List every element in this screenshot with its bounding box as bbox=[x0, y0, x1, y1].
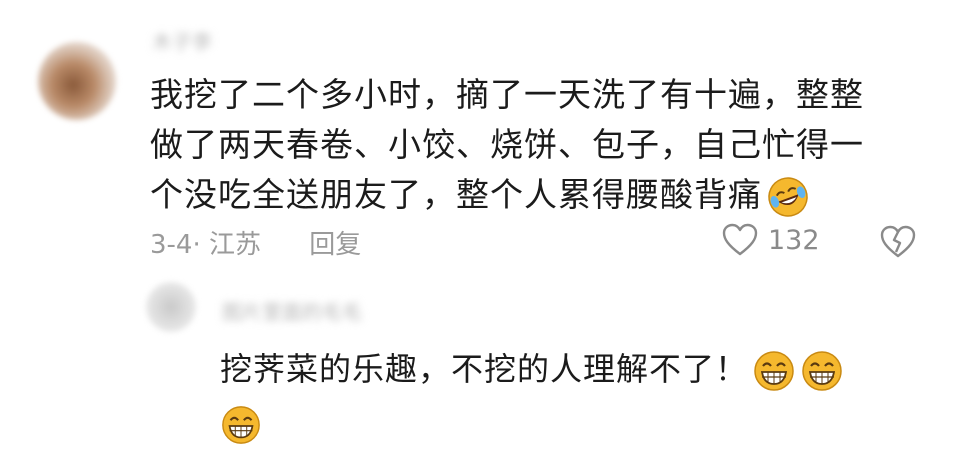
reply-avatar[interactable] bbox=[146, 282, 196, 332]
comment-line: 我挖了二个多小时，摘了一天洗了有十遍，整整 bbox=[150, 75, 864, 114]
heart-icon bbox=[722, 223, 758, 256]
comment-body: 我挖了二个多小时，摘了一天洗了有十遍，整整 做了两天春卷、小饺、烧饼、包子，自己… bbox=[150, 70, 920, 220]
like-count: 132 bbox=[768, 224, 820, 256]
reply-body: 挖荠菜的乐趣，不挖的人理解不了！ bbox=[220, 342, 920, 450]
grinning-emoji bbox=[754, 351, 794, 391]
avatar[interactable] bbox=[38, 42, 116, 120]
reply-line bbox=[220, 396, 920, 450]
laughing-tears-emoji bbox=[768, 176, 808, 217]
reply-author-name[interactable]: 图片里面的毛毛 bbox=[222, 296, 362, 325]
comment-line: 个没吃全送朋友了，整个人累得腰酸背痛 bbox=[150, 170, 920, 220]
grinning-emoji bbox=[802, 351, 842, 391]
broken-heart-icon bbox=[880, 225, 916, 258]
reply-button[interactable]: 回复 bbox=[309, 230, 361, 260]
comment-date-location: 3-4· 江苏 bbox=[150, 230, 261, 260]
comment-line: 做了两天春卷、小饺、烧饼、包子，自己忙得一 bbox=[150, 125, 864, 164]
dislike-button[interactable] bbox=[878, 222, 918, 266]
like-button[interactable]: 132 bbox=[720, 220, 820, 260]
comment-author-name[interactable]: 木子李 bbox=[152, 26, 212, 55]
comment-meta: 3-4· 江苏 回复 bbox=[150, 224, 361, 261]
reply-line: 挖荠菜的乐趣，不挖的人理解不了！ bbox=[220, 342, 920, 396]
grinning-emoji bbox=[222, 406, 260, 444]
